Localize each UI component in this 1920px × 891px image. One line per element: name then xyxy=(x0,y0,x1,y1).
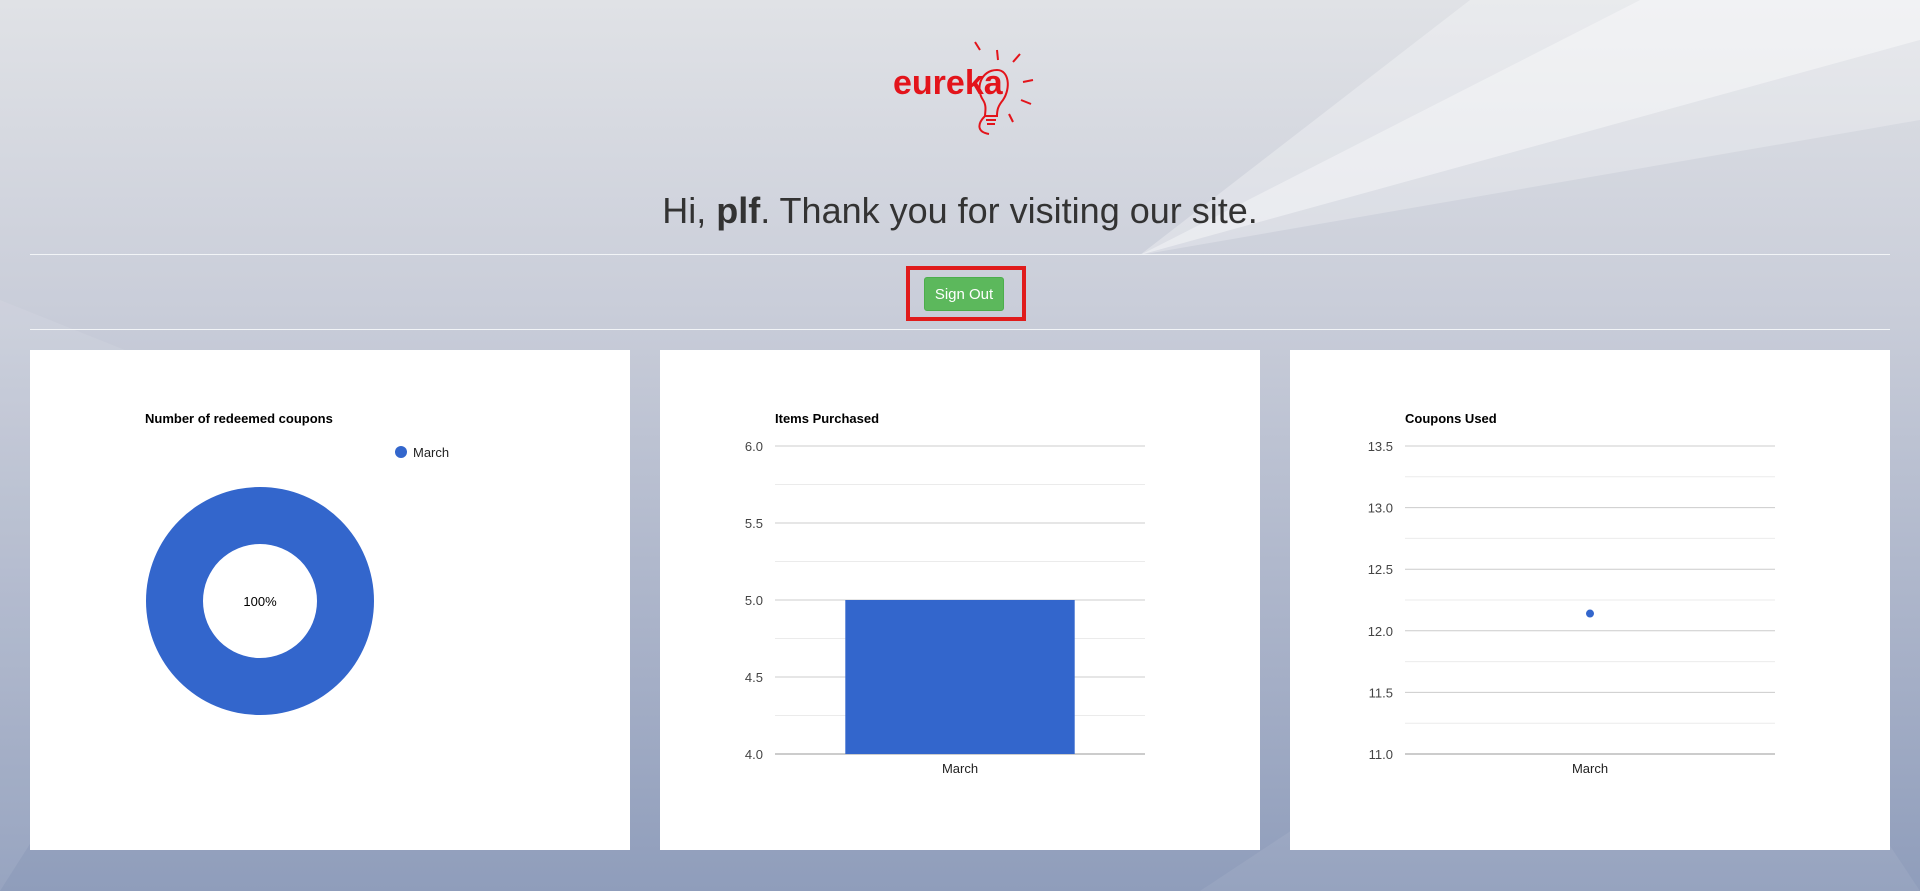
y-tick-label: 13.0 xyxy=(1368,501,1393,516)
x-tick-label: March xyxy=(942,761,978,776)
sign-out-highlight: Sign Out xyxy=(906,266,1026,321)
sign-out-button[interactable]: Sign Out xyxy=(924,277,1004,311)
y-tick-label: 5.5 xyxy=(745,516,763,531)
y-tick-label: 11.5 xyxy=(1369,685,1393,700)
legend-marker xyxy=(395,446,407,458)
lightbulb-logo-icon: eureka xyxy=(893,41,1034,135)
chart-card-items-purchased: Items Purchased 6.0 5.5 5.0 4.5 4.0 March xyxy=(660,350,1260,850)
divider-bottom xyxy=(30,329,1890,330)
bar-chart: Items Purchased 6.0 5.5 5.0 4.5 4.0 March xyxy=(745,411,1145,776)
bar xyxy=(845,600,1075,754)
y-tick-label: 5.0 xyxy=(745,593,763,608)
y-tick-label: 6.0 xyxy=(745,439,763,454)
y-tick-label: 4.0 xyxy=(745,747,763,762)
chart-title: Number of redeemed coupons xyxy=(145,411,333,426)
x-tick-label: March xyxy=(1572,761,1608,776)
legend-label: March xyxy=(413,445,449,460)
y-tick-label: 13.5 xyxy=(1368,439,1393,454)
eureka-logo: eureka xyxy=(885,32,1045,140)
welcome-message: Hi, plf. Thank you for visiting our site… xyxy=(0,190,1920,232)
logo-wordmark: eureka xyxy=(893,64,1004,102)
slice-label: 100% xyxy=(243,594,277,609)
greeting-suffix: . Thank you for visiting our site. xyxy=(760,190,1258,231)
y-tick-label: 11.0 xyxy=(1369,747,1393,762)
chart-title: Items Purchased xyxy=(775,411,879,426)
chart-card-coupons-used: Coupons Used 13.5 13.0 12.5 12.0 11.5 11.0 Marc… xyxy=(1290,350,1890,850)
username: plf xyxy=(716,190,761,231)
scatter-chart: Coupons Used 13.5 13.0 12.5 12.0 11.5 11.0 Marc… xyxy=(1368,411,1775,776)
y-tick-label: 4.5 xyxy=(745,670,763,685)
donut-chart: Number of redeemed coupons March 100% xyxy=(145,411,449,716)
chart-title: Coupons Used xyxy=(1405,411,1497,426)
greeting-prefix: Hi, xyxy=(662,190,717,231)
y-tick-label: 12.0 xyxy=(1368,624,1393,639)
data-point xyxy=(1586,609,1594,618)
divider-top xyxy=(30,254,1890,255)
chart-card-redeemed-coupons: Number of redeemed coupons March 100% xyxy=(30,350,630,850)
y-tick-label: 12.5 xyxy=(1368,562,1393,577)
